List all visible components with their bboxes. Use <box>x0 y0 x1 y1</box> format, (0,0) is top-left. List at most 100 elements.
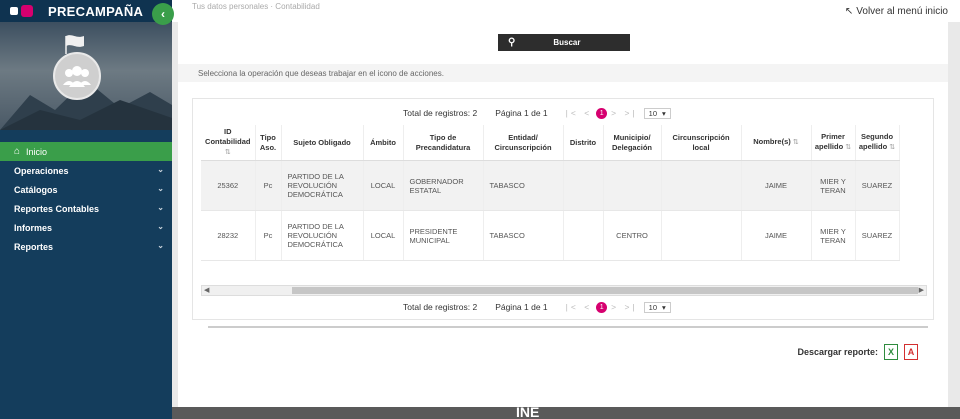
col-header[interactable]: Nombre(s) ⇅ <box>741 125 812 161</box>
instruction-text: Selecciona la operación que deseas traba… <box>178 64 948 82</box>
cell-nombre: JAIME <box>741 160 812 211</box>
users-group-icon <box>63 66 91 87</box>
col-header[interactable]: Segundo apellido ⇅ <box>855 125 900 161</box>
sort-icon[interactable]: ⇅ <box>845 144 851 151</box>
col-header[interactable]: ID Contabilidad ⇅ <box>201 125 256 161</box>
breadcrumb: Tus datos personales · Contabilidad <box>192 2 320 11</box>
scroll-left-icon[interactable]: ◀ <box>204 286 209 294</box>
download-report: Descargar reporte: X A <box>797 344 918 360</box>
scroll-right-icon[interactable]: ▶ <box>919 286 924 294</box>
next-page-icons[interactable]: > >| <box>611 108 638 118</box>
total-records: Total de registros: 2 <box>403 302 478 312</box>
sidebar-item-reportes[interactable]: Reportes ⌄ <box>0 237 172 256</box>
table-row[interactable]: 28232 Pc PARTIDO DE LA REVOLUCIÓN DEMOCR… <box>201 210 900 261</box>
sort-icon[interactable]: ⇅ <box>793 139 799 146</box>
col-header-label: Primer apellido <box>814 132 845 151</box>
sidebar: PRECAMPAÑA ⌂ Inicio Operaciones ⌄ Catálo… <box>0 0 172 419</box>
pdf-icon[interactable]: A <box>904 344 918 360</box>
excel-icon[interactable]: X <box>884 344 898 360</box>
cell-tipo-aso: Pc <box>255 160 282 211</box>
cell-precandidatura: PRESIDENTE MUNICIPAL <box>403 210 484 261</box>
cell-circ-local <box>661 160 742 211</box>
cell-distrito <box>563 160 604 211</box>
cell-distrito <box>563 210 604 261</box>
back-to-menu-link[interactable]: ↖ Volver al menú inicio <box>845 6 948 17</box>
avatar <box>53 52 101 100</box>
pagination-bottom: Total de registros: 2 Página 1 de 1 |< <… <box>403 297 671 317</box>
search-button[interactable]: ⚲ Buscar <box>498 34 630 51</box>
page-size-select[interactable]: 10 ▾ <box>643 301 671 313</box>
col-header[interactable]: Primer apellido ⇅ <box>811 125 856 161</box>
sidebar-item-label: Reportes <box>14 241 54 252</box>
divider <box>208 326 928 328</box>
prev-page-icons[interactable]: |< < <box>566 108 593 118</box>
footer-logo: INE <box>516 404 540 419</box>
col-header: Entidad/ Circunscripción <box>483 125 564 161</box>
col-header: Ámbito <box>363 125 404 161</box>
sidebar-item-operaciones[interactable]: Operaciones ⌄ <box>0 161 172 180</box>
scrollbar-thumb[interactable] <box>292 287 918 294</box>
horizontal-scrollbar[interactable]: ◀ ▶ <box>201 285 927 296</box>
sidebar-item-catalogos[interactable]: Catálogos ⌄ <box>0 180 172 199</box>
back-link-label: Volver al menú inicio <box>856 6 948 17</box>
sidebar-item-label: Reportes Contables <box>14 203 100 214</box>
footer: INE <box>172 404 960 419</box>
sidebar-item-label: Operaciones <box>14 165 69 176</box>
page-size-select[interactable]: 10 ▾ <box>643 107 671 119</box>
col-header-label: Circunscripción local <box>672 132 730 152</box>
cell-primer-apellido: MIER Y TERAN <box>811 160 856 211</box>
col-header-label: Municipio/ Delegación <box>611 132 652 152</box>
chevron-down-icon: ⌄ <box>157 222 164 231</box>
back-arrow-icon: ↖ <box>844 6 854 17</box>
cell-tipo-aso: Pc <box>255 210 282 261</box>
flag-icon <box>65 35 84 54</box>
cell-primer-apellido: MIER Y TERAN <box>811 210 856 261</box>
col-header: Distrito <box>563 125 604 161</box>
sidebar-item-label: Inicio <box>26 146 48 157</box>
total-records: Total de registros: 2 <box>403 108 478 118</box>
sidebar-item-inicio[interactable]: ⌂ Inicio <box>0 142 172 161</box>
cell-entidad: TABASCO <box>483 210 564 261</box>
cell-segundo-apellido: SUAREZ <box>855 210 900 261</box>
pagination-top: Total de registros: 2 Página 1 de 1 |< <… <box>403 103 671 123</box>
col-header: Municipio/ Delegación <box>603 125 662 161</box>
cell-nombre: JAIME <box>741 210 812 261</box>
sidebar-item-reportes-contables[interactable]: Reportes Contables ⌄ <box>0 199 172 218</box>
brand-logo <box>10 4 40 18</box>
col-header: Tipo Aso. <box>255 125 282 161</box>
cell-circ-local <box>661 210 742 261</box>
col-header-label: Nombre(s) <box>753 137 791 146</box>
app-title: PRECAMPAÑA <box>48 3 144 19</box>
col-header-label: Segundo apellido <box>858 132 894 151</box>
next-page-icons[interactable]: > >| <box>611 302 638 312</box>
prev-page-icons[interactable]: |< < <box>566 302 593 312</box>
page-indicator: Página 1 de 1 <box>495 108 548 118</box>
sort-icon[interactable]: ⇅ <box>225 149 231 156</box>
search-button-label: Buscar <box>553 38 581 47</box>
current-page-button[interactable]: 1 <box>596 107 608 119</box>
cell-sujeto: PARTIDO DE LA REVOLUCIÓN DEMOCRÁTICA <box>281 210 364 261</box>
top-bar: Tus datos personales · Contabilidad ↖ Vo… <box>172 0 960 22</box>
current-page-button[interactable]: 1 <box>596 301 608 313</box>
sidebar-item-informes[interactable]: Informes ⌄ <box>0 218 172 237</box>
page-size-value: 10 <box>648 108 657 118</box>
cell-precandidatura: GOBERNADOR ESTATAL <box>403 160 484 211</box>
col-header-label: Ámbito <box>370 137 396 147</box>
chevron-down-icon: ⌄ <box>157 184 164 193</box>
results-panel: Total de registros: 2 Página 1 de 1 |< <… <box>192 98 934 320</box>
col-header-label: Distrito <box>569 137 597 147</box>
sort-icon[interactable]: ⇅ <box>889 144 895 151</box>
cell-entidad: TABASCO <box>483 160 564 211</box>
table-row[interactable]: 25362 Pc PARTIDO DE LA REVOLUCIÓN DEMOCR… <box>201 160 900 211</box>
page-indicator: Página 1 de 1 <box>495 302 548 312</box>
chevron-down-icon: ⌄ <box>157 165 164 174</box>
download-label: Descargar reporte: <box>797 347 878 357</box>
cell-id: 28232 <box>201 210 256 261</box>
col-header: Tipo de Precandidatura <box>403 125 484 161</box>
home-icon: ⌂ <box>14 146 21 157</box>
chevron-left-icon: ‹ <box>161 7 165 21</box>
chevron-down-icon: ⌄ <box>157 241 164 250</box>
col-header-label: Entidad/ Circunscripción <box>494 132 552 152</box>
sidebar-collapse-button[interactable]: ‹ <box>152 3 174 25</box>
caret-down-icon: ▾ <box>662 108 666 118</box>
